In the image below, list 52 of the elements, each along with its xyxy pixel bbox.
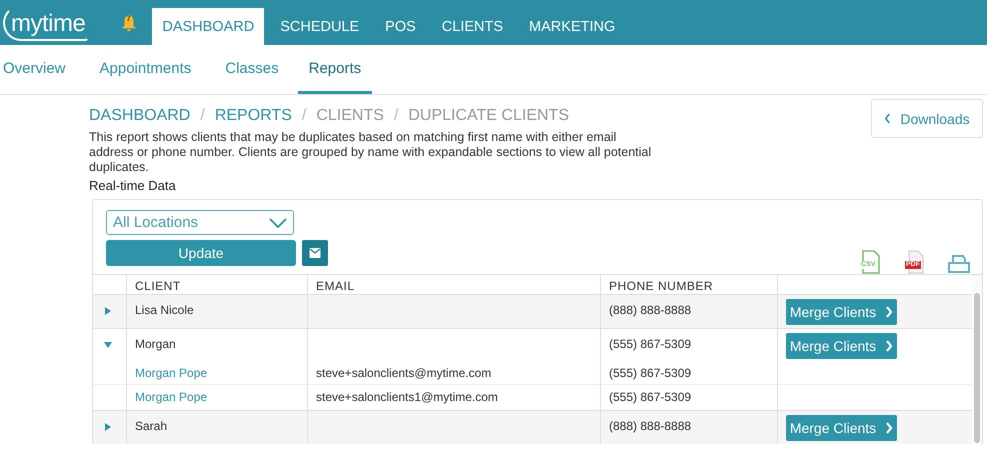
chevron-right-icon [885,340,894,352]
update-button[interactable]: Update [106,240,296,266]
report-subtitle: Real-time Data [89,178,177,193]
bell-icon [120,14,138,32]
client-link[interactable]: Morgan Pope [135,366,208,380]
printer-icon [948,254,970,274]
nav-tab[interactable]: MARKETING [519,8,626,45]
sub-tab[interactable]: Appointments [100,45,206,94]
downloads-button[interactable]: Downloads [871,99,983,138]
merge-clients-button[interactable]: Merge Clients [786,414,897,440]
sub-tab[interactable]: Overview [3,45,81,94]
breadcrumb-link[interactable]: REPORTS [214,107,292,125]
phone-number: (555) 867-5309 [609,390,692,404]
email-report-button[interactable] [302,240,328,266]
merge-clients-button[interactable]: Merge Clients [786,333,897,359]
logo[interactable]: mytime [3,4,90,40]
client-name: Lisa Nicole [135,303,194,317]
merge-clients-button[interactable]: Merge Clients [786,299,897,325]
email-text: steve+salonclients@mytime.com [316,366,492,380]
nav-tab[interactable]: CLIENTS [432,8,514,45]
breadcrumb-separator: / [200,107,205,125]
scrollbar[interactable] [974,293,980,443]
phone-number: (555) 867-5309 [609,366,692,380]
report-description: This report shows clients that may be duplicates based on matching first name with either email address or phone number. Clients are grouped by name with expandable sections to view all potential duplicates. [89,130,652,175]
breadcrumb-separator: / [394,107,398,125]
envelope-icon [309,247,321,259]
email-text: steve+salonclients1@mytime.com [316,390,498,404]
chevron-right-icon [885,306,894,318]
caret-right-icon[interactable] [104,422,112,430]
chevron-left-icon [884,113,892,124]
notification-count: 7 [126,14,131,23]
phone-number: (555) 867-5309 [609,337,692,351]
client-name: Morgan [135,337,176,351]
breadcrumb-link[interactable]: DASHBOARD [89,107,190,125]
breadcrumb-separator: / [302,107,306,125]
nav-tab[interactable]: DASHBOARD [152,8,264,45]
caret-right-icon[interactable] [104,307,112,315]
caret-down-icon[interactable] [104,341,112,349]
breadcrumb-item: CLIENTS [316,107,384,125]
chevron-down-icon [269,218,287,228]
sub-tab[interactable]: Classes [225,45,294,94]
client-link[interactable]: Morgan Pope [135,390,208,404]
file-icon [861,250,881,274]
nav-tab[interactable]: SCHEDULE [270,8,370,45]
location-dropdown[interactable]: All Locations [106,210,294,235]
chevron-right-icon [885,422,894,434]
client-name: Sarah [135,418,168,432]
breadcrumb-item: DUPLICATE CLIENTS [408,107,569,125]
phone-number: (888) 888-8888 [609,418,692,432]
sub-tab[interactable]: Reports [298,45,372,94]
nav-tab[interactable]: POS [375,8,426,45]
phone-number: (888) 888-8888 [609,303,692,317]
